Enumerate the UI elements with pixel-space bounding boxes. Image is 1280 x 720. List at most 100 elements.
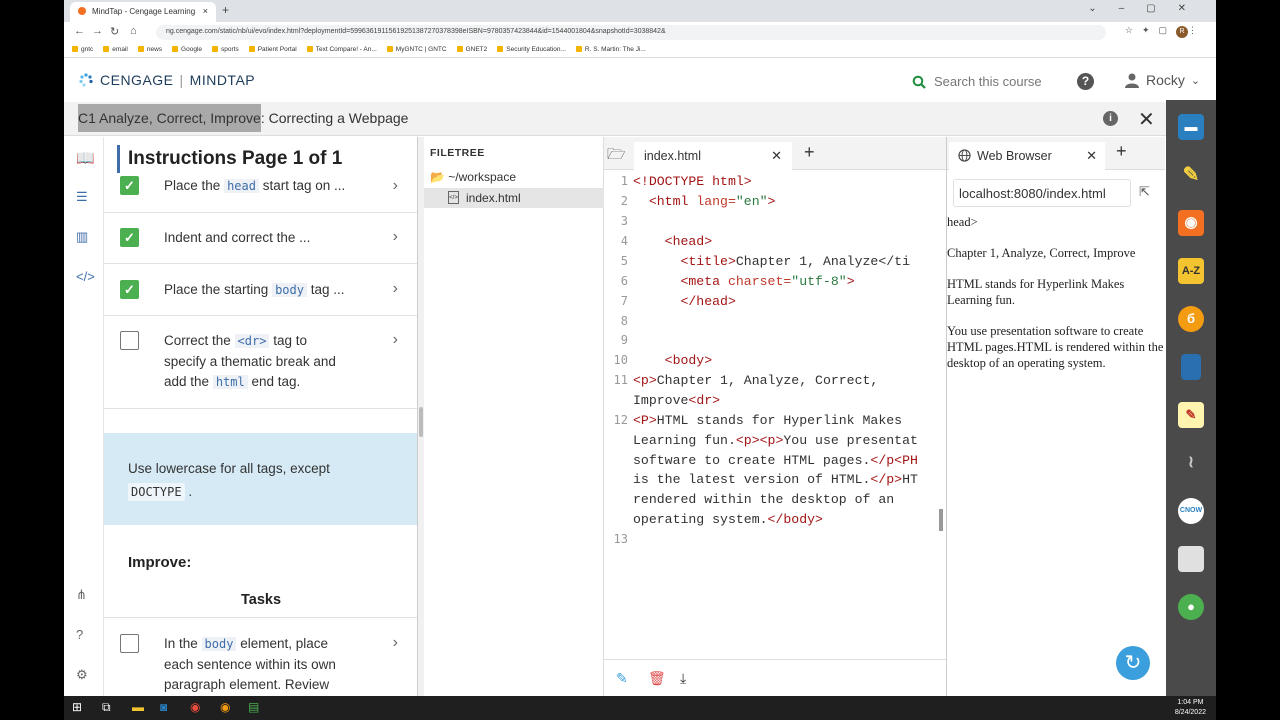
editor-scrollbar-thumb[interactable]: [939, 509, 943, 531]
audio-icon[interactable]: ≀: [1178, 450, 1204, 476]
close-activity-icon[interactable]: ✕: [1138, 107, 1155, 132]
rss-icon[interactable]: ◉: [1178, 210, 1204, 236]
refresh-button[interactable]: ↻: [1116, 646, 1150, 680]
bookmark-item[interactable]: Security Education...: [497, 46, 566, 53]
instructions-title: Instructions Page 1 of 1: [128, 148, 343, 169]
editor-tab[interactable]: index.html ✕: [634, 142, 792, 170]
help-circle-icon[interactable]: ?: [76, 627, 83, 642]
pencil-icon[interactable]: ✎: [616, 670, 628, 687]
code-line: is the latest version of HTML.</p>HT: [633, 472, 918, 487]
preview-url-input[interactable]: localhost:8080/index.html: [953, 179, 1131, 207]
cengage-logo[interactable]: CENGAGE | MINDTAP: [78, 72, 255, 88]
checkbox-unchecked-icon[interactable]: [120, 331, 139, 350]
task-text: Place the starting body tag ...: [164, 282, 345, 297]
user-menu[interactable]: Rocky ⌄: [1124, 72, 1200, 88]
chevron-right-icon[interactable]: ›: [393, 331, 398, 349]
code-line: rendered within the desktop of an: [633, 492, 895, 507]
task-item[interactable]: ✓ Indent and correct the ... ›: [104, 213, 417, 264]
notepad-icon[interactable]: ▤: [248, 700, 259, 714]
add-tab-button[interactable]: +: [1116, 141, 1127, 162]
pencil-icon[interactable]: ✎: [1178, 162, 1204, 188]
web-browser-tab[interactable]: Web Browser ✕: [949, 142, 1105, 170]
close-tab-icon[interactable]: ✕: [1086, 148, 1097, 164]
firefox-icon[interactable]: ◉: [220, 700, 230, 714]
dictionary-icon[interactable]: A-Z: [1178, 258, 1204, 284]
chevron-right-icon[interactable]: ›: [393, 177, 398, 195]
bookmark-item[interactable]: R. S. Martin: The Ji...: [575, 46, 646, 53]
url-input[interactable]: ng.cengage.com/static/nb/ui/evo/index.ht…: [156, 25, 1106, 40]
briefcase-icon[interactable]: ▬: [1178, 114, 1204, 140]
brand-divider: |: [179, 72, 184, 88]
profile-avatar[interactable]: R: [1176, 26, 1188, 38]
task-item[interactable]: In the body element, place each sentence…: [104, 617, 417, 696]
reload-icon[interactable]: ↻: [110, 25, 119, 38]
profile-icon[interactable]: ●: [1178, 594, 1204, 620]
document-icon[interactable]: [1178, 546, 1204, 572]
address-bar-icons[interactable]: ☆✦▢ R ⋮: [1125, 25, 1206, 38]
bookmark-item[interactable]: Google: [172, 46, 202, 53]
bar-chart-icon[interactable]: ▥: [76, 229, 88, 245]
browser-tab[interactable]: MindTap - Cengage Learning ×: [70, 2, 216, 22]
bookmark-item[interactable]: Patient Portal: [248, 46, 297, 53]
bookmark-item[interactable]: email: [103, 46, 128, 53]
b-icon[interactable]: б: [1178, 306, 1204, 332]
download-icon[interactable]: ⤓: [680, 670, 686, 687]
trash-icon[interactable]: 🗑: [648, 670, 666, 687]
code-area[interactable]: <!DOCTYPE html> <html lang="en"> <head> …: [633, 170, 943, 650]
home-icon[interactable]: ⌂: [130, 25, 137, 37]
share-icon[interactable]: ⋔: [76, 587, 87, 603]
add-tab-button[interactable]: +: [804, 142, 815, 163]
notes-icon[interactable]: ✎: [1178, 402, 1204, 428]
window-controls[interactable]: ⌄–▢✕: [1088, 3, 1208, 14]
checkbox-checked-icon[interactable]: ✓: [120, 228, 139, 247]
code-icon[interactable]: </>: [76, 269, 95, 284]
file-explorer-icon[interactable]: ▬: [132, 700, 144, 714]
task-item[interactable]: ✓ Place the head start tag on ... ›: [104, 173, 417, 213]
chevron-right-icon[interactable]: ›: [393, 280, 398, 298]
task-item[interactable]: Correct the <dr> tag to specify a themat…: [104, 316, 417, 409]
windows-start-icon[interactable]: ⊞: [72, 700, 82, 714]
book-icon[interactable]: [1181, 354, 1201, 380]
checkbox-unchecked-icon[interactable]: [120, 634, 139, 653]
bookmark-item[interactable]: news: [137, 46, 162, 53]
chevron-right-icon[interactable]: ›: [393, 228, 398, 246]
bookmark-folder-icon: [386, 46, 393, 53]
scrollbar-thumb[interactable]: [419, 407, 423, 437]
chrome-icon[interactable]: ◉: [190, 700, 200, 714]
cnow-icon[interactable]: CNOW: [1178, 498, 1204, 524]
workspace-folder[interactable]: 📂 ~/workspace: [430, 170, 516, 184]
chevron-right-icon[interactable]: ›: [393, 634, 398, 652]
address-bar-row: ← → ↻ ⌂ ng.cengage.com/static/nb/ui/evo/…: [64, 22, 1216, 42]
back-icon[interactable]: ←: [74, 25, 85, 37]
close-tab-icon[interactable]: ✕: [771, 148, 782, 164]
bookmark-folder-icon: [72, 46, 78, 53]
editor-toolbar: ✎ 🗑 ⤓: [604, 659, 946, 696]
task-view-icon[interactable]: ⧉: [102, 700, 111, 715]
info-icon[interactable]: i: [1103, 111, 1118, 126]
bookmark-item[interactable]: Text Compare! - An...: [306, 46, 377, 53]
bookmark-item[interactable]: gntc: [72, 46, 93, 53]
help-icon[interactable]: ?: [1077, 73, 1094, 90]
code-line: software to create HTML pages.</p<PH: [633, 453, 918, 468]
new-tab-button[interactable]: +: [222, 3, 229, 17]
folder-icon[interactable]: 🗁: [607, 144, 626, 169]
book-icon[interactable]: 📖: [76, 149, 95, 167]
open-external-icon[interactable]: ⇱: [1139, 184, 1150, 200]
rendered-text: Chapter 1, Analyze, Correct, Improve: [947, 246, 1136, 260]
rendered-text: HTML stands for Hyperlink Makes Learning…: [947, 277, 1125, 307]
task-item[interactable]: ✓ Place the starting body tag ... ›: [104, 264, 417, 316]
forward-icon[interactable]: →: [92, 25, 103, 37]
checkbox-checked-icon[interactable]: ✓: [120, 176, 139, 195]
course-search[interactable]: Search this course: [912, 74, 1042, 89]
line-number: 3: [620, 214, 628, 228]
bookmark-item[interactable]: sports: [212, 46, 239, 53]
bookmark-item[interactable]: GNET2: [456, 46, 487, 53]
bookmark-item[interactable]: MyGNTC | GNTC: [386, 46, 447, 53]
system-clock[interactable]: 1:04 PM 8/24/2022: [1175, 698, 1206, 718]
close-tab-icon[interactable]: ×: [203, 6, 208, 16]
gear-icon[interactable]: ⚙: [76, 667, 88, 683]
outlook-icon[interactable]: ◙: [160, 700, 167, 714]
checkbox-checked-icon[interactable]: ✓: [120, 280, 139, 299]
file-index-html[interactable]: </> index.html: [424, 188, 604, 208]
checklist-icon[interactable]: ☰: [76, 189, 88, 205]
